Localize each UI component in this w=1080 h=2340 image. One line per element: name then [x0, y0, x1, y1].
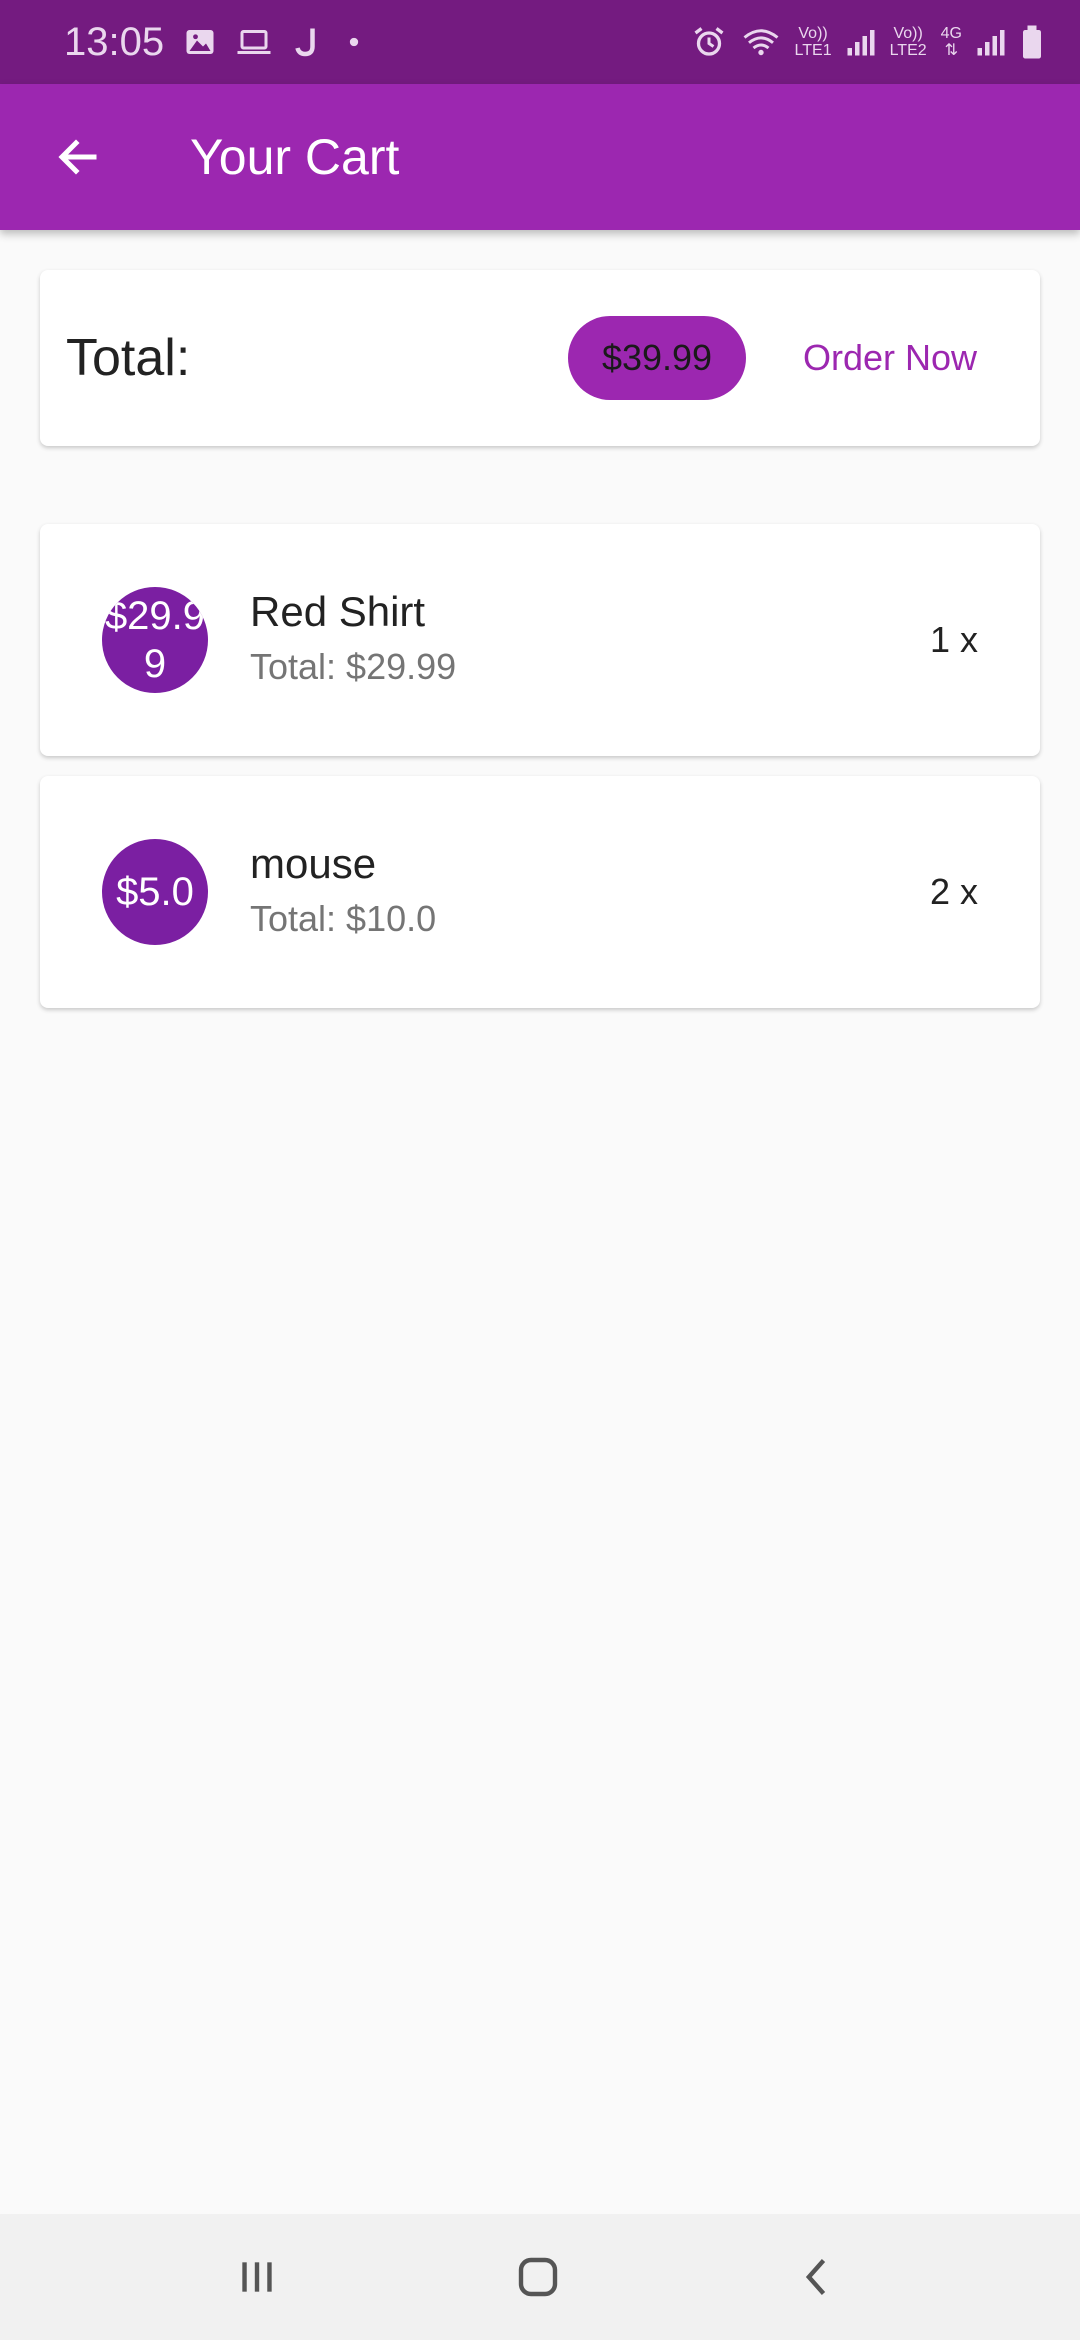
status-right: Vo)) LTE1 Vo)) LTE2 4G ⇅: [691, 0, 1044, 84]
item-total: Total: $29.99: [250, 646, 457, 687]
item-quantity: 2 x: [929, 871, 978, 912]
item-price-avatar: $5.0: [102, 839, 208, 945]
network-type-label: 4G ⇅: [940, 25, 962, 59]
total-amount-chip: $39.99: [568, 316, 746, 400]
page-title: Your Cart: [190, 129, 400, 185]
recent-apps-button[interactable]: [197, 2214, 317, 2340]
order-now-button[interactable]: Order Now: [770, 316, 1010, 400]
home-button[interactable]: [478, 2214, 598, 2340]
cart-item[interactable]: $29.99 Red Shirt Total: $29.99 1 x: [40, 524, 1040, 756]
sim1-label: Vo)) LTE1: [794, 25, 832, 59]
battery-icon: [1023, 25, 1041, 59]
item-name: mouse: [250, 840, 377, 887]
app-bar: Your Cart: [0, 84, 1080, 230]
chevron-left-icon: [805, 2259, 826, 2295]
gallery-notification-icon: [186, 30, 214, 54]
item-price-avatar: $29.99: [102, 587, 208, 693]
arrow-back-icon: [58, 139, 97, 175]
status-left: 13:05: [64, 0, 364, 84]
cart-item[interactable]: $5.0 mouse Total: $10.0 2 x: [40, 776, 1040, 1008]
item-total: Total: $10.0: [250, 898, 437, 939]
cart-summary-card: Total: $39.99 Order Now: [40, 270, 1040, 446]
status-bar: 13:05 Vo)) LTE1 Vo)) LTE2 4G ⇅: [0, 0, 1080, 84]
signal-sim2-icon: [977, 30, 1005, 56]
laptop-notification-icon: [237, 30, 271, 54]
item-name: Red Shirt: [250, 588, 426, 635]
total-label: Total:: [66, 329, 191, 387]
signal-sim1-icon: [847, 30, 875, 56]
back-button[interactable]: [46, 125, 110, 189]
system-back-button[interactable]: [758, 2214, 878, 2340]
more-notifications-dot-icon: [349, 37, 359, 47]
alarm-icon: [694, 27, 724, 56]
item-quantity: 1 x: [929, 619, 978, 660]
sim2-label: Vo)) LTE2: [889, 25, 927, 59]
data-arrows-icon: ⇅: [944, 42, 959, 59]
recent-apps-icon: [242, 2262, 272, 2292]
home-icon: [518, 2257, 558, 2297]
j-app-notification-icon: [295, 28, 315, 57]
wifi-icon: [743, 29, 778, 56]
system-navigation-bar: [0, 2214, 1080, 2340]
status-time: 13:05: [64, 19, 165, 64]
